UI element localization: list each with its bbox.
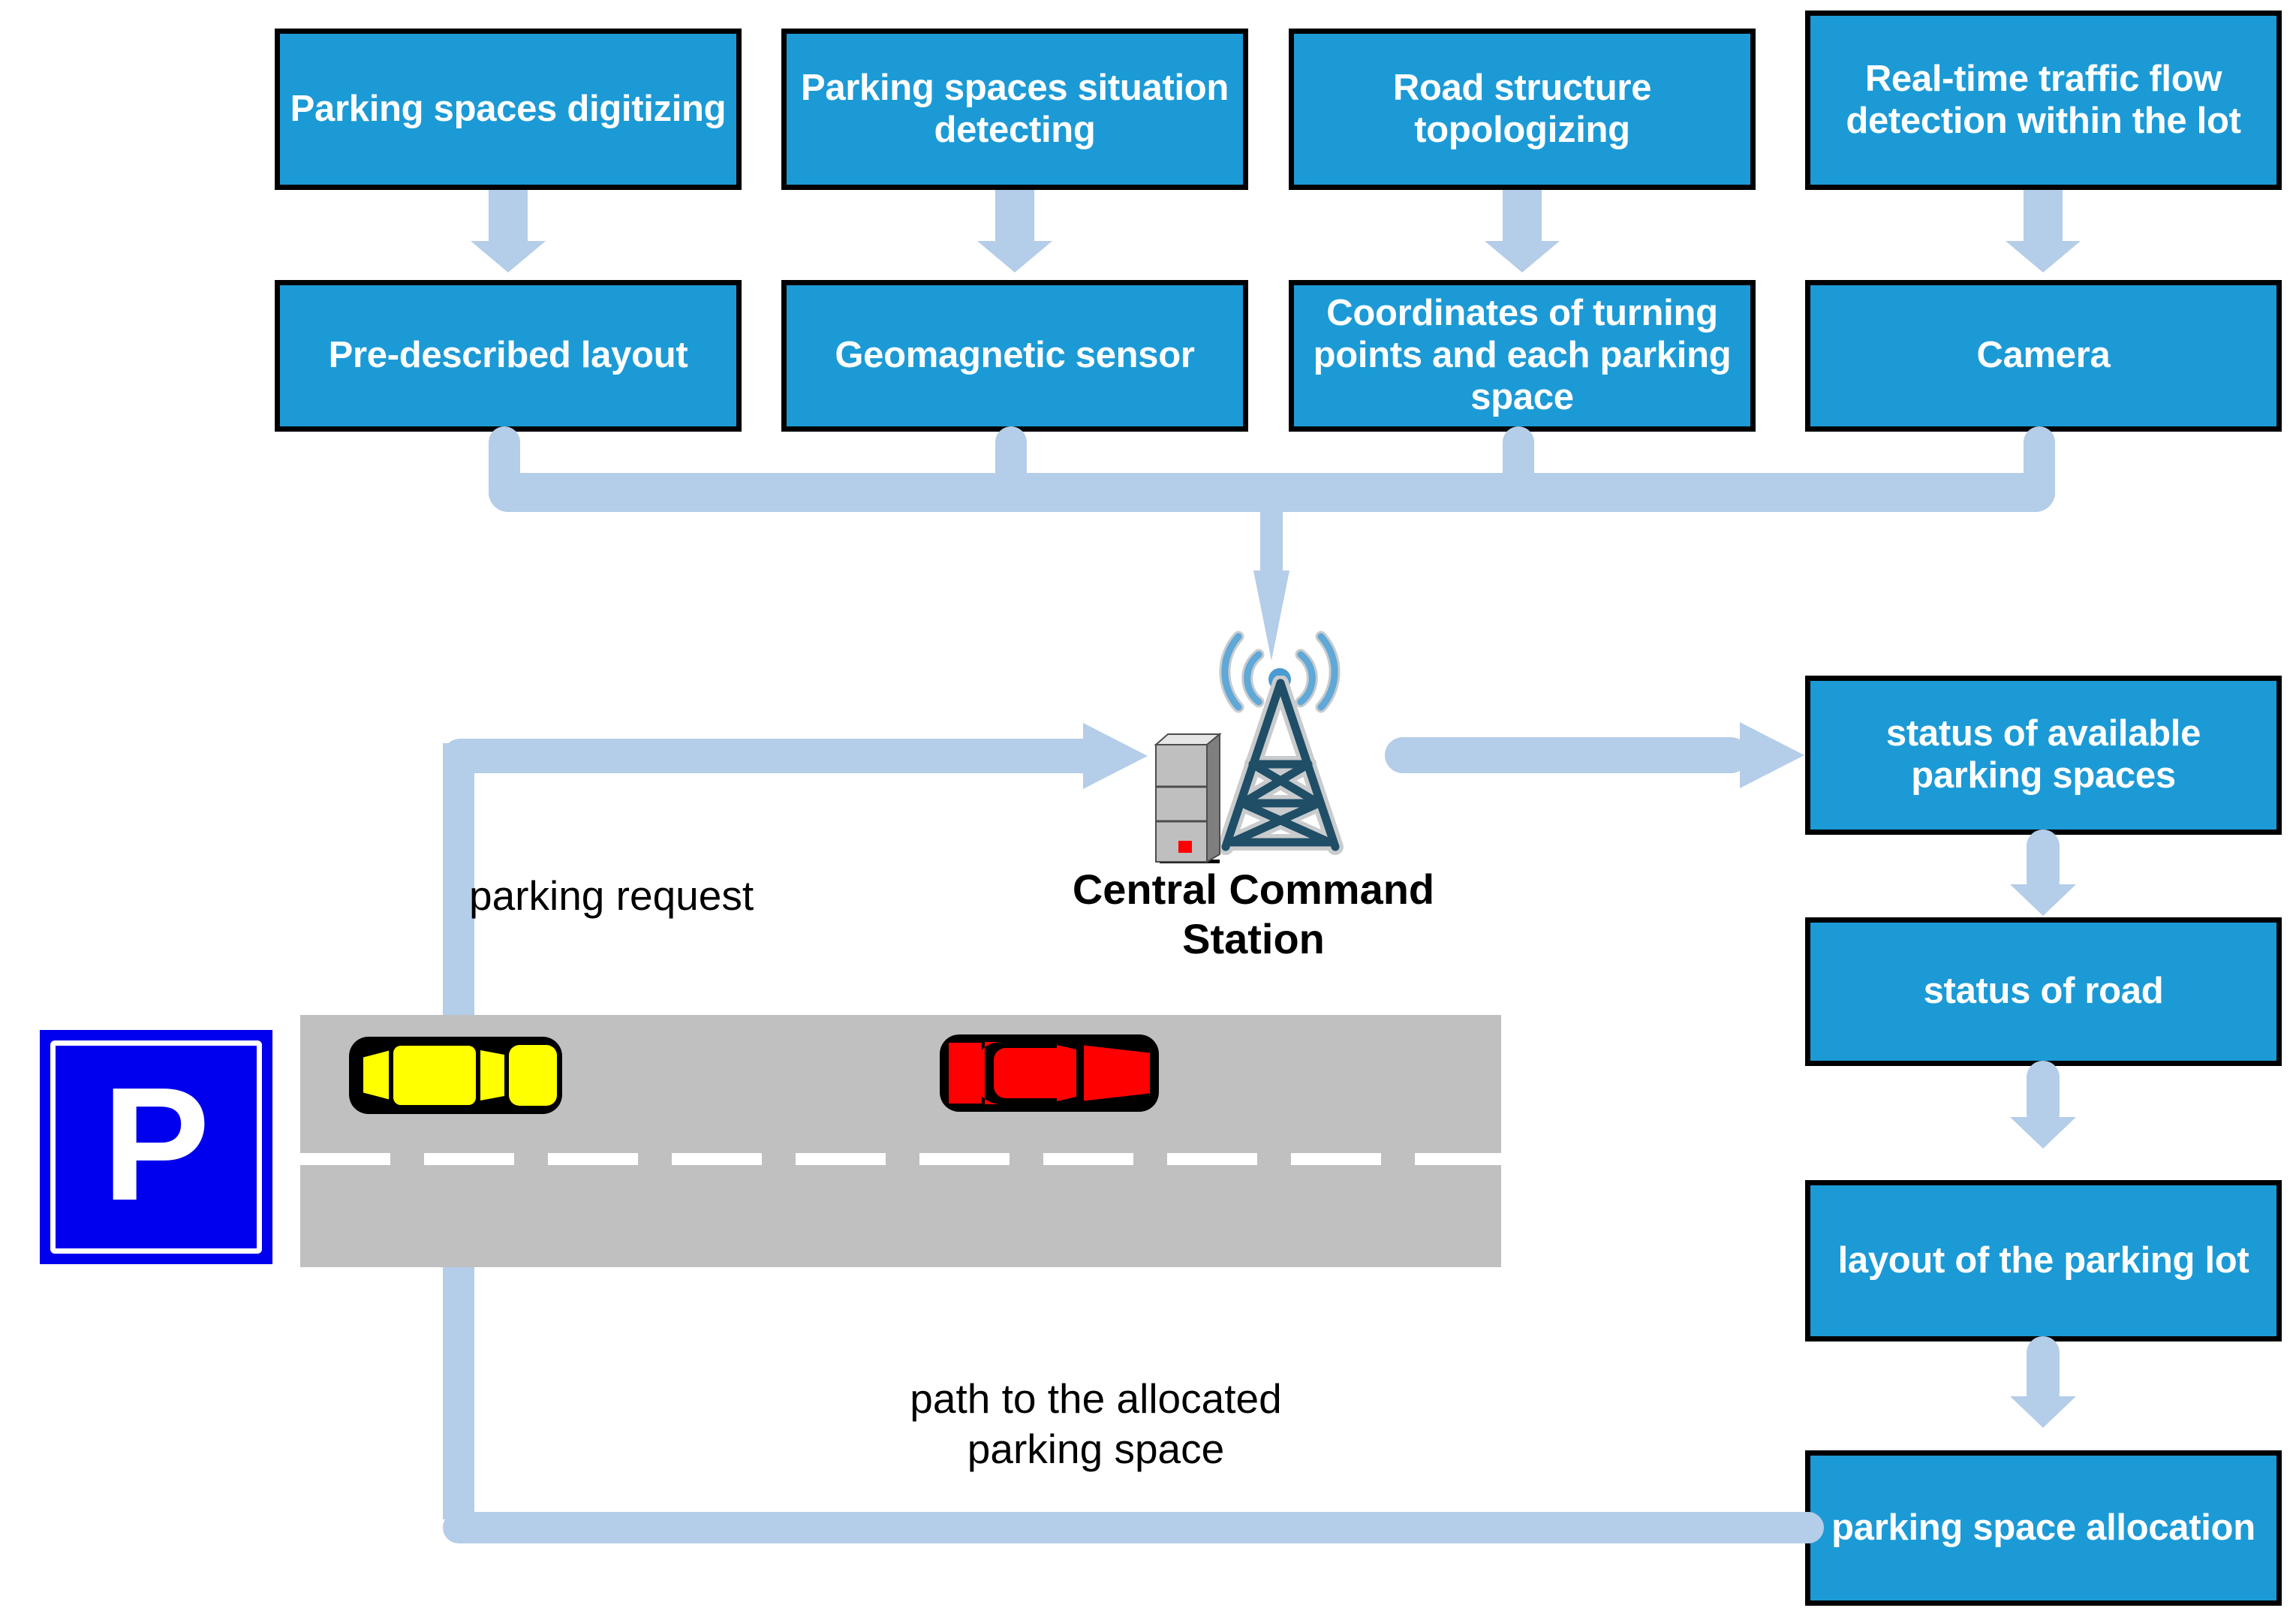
parking-request-arrowhead [1083, 723, 1148, 789]
parking-sign-glyph: P [102, 1052, 210, 1234]
path-to-allocated-space-label: path to the allocated parking space [796, 1374, 1396, 1474]
lane-dash [796, 1153, 886, 1165]
central-command-station-label: Central Command Station [1043, 865, 1464, 964]
node-layout-of-the-parking-lot[interactable]: layout of the parking lot [1805, 1180, 2282, 1341]
diagram-canvas: Parking spaces digitizing Parking spaces… [0, 0, 2296, 1620]
node-camera[interactable]: Camera [1805, 280, 2282, 432]
lane-dash [1167, 1153, 1257, 1165]
parking-request-label: parking request [469, 872, 754, 919]
node-coordinates-of-turning-points[interactable]: Coordinates of turning points and each p… [1289, 280, 1756, 432]
arrow-digitizing-to-layout-head [471, 241, 546, 273]
central-station-line-2: Station [1182, 915, 1325, 963]
yellow-car-icon [349, 1037, 562, 1114]
arrow-status-to-road-head [2010, 884, 2076, 916]
node-label: Coordinates of turning points and each p… [1313, 293, 1732, 417]
arrow-layout-to-allocation-head [2010, 1396, 2076, 1428]
node-parking-spaces-digitizing[interactable]: Parking spaces digitizing [275, 29, 742, 190]
node-label: Pre-described layout [328, 335, 688, 376]
lane-marking-dashes [300, 1153, 1501, 1165]
bus-horizontal-rail [489, 473, 2055, 512]
arrow-bus-to-station-shaft [1260, 512, 1283, 571]
lane-dash [919, 1153, 1010, 1165]
node-status-of-available-parking-spaces[interactable]: status of available parking spaces [1805, 676, 2282, 835]
parking-request-horizontal [443, 739, 1103, 773]
node-status-of-road[interactable]: status of road [1805, 917, 2282, 1066]
node-label: layout of the parking lot [1837, 1239, 2249, 1281]
lane-dash [1415, 1153, 1501, 1165]
lane-dash [1043, 1153, 1133, 1165]
server-icon [1154, 732, 1222, 863]
node-label: Parking spaces situation detecting [800, 67, 1229, 150]
node-label: Camera [1976, 335, 2111, 376]
node-parking-space-allocation[interactable]: parking space allocation [1805, 1450, 2282, 1606]
arrow-road-to-layout-head [2010, 1117, 2076, 1149]
arrow-digitizing-to-layout-shaft [489, 190, 528, 241]
node-label: status of available parking spaces [1885, 713, 2201, 796]
node-road-structure-topologizing[interactable]: Road structure topologizing [1289, 29, 1756, 190]
node-pre-described-layout[interactable]: Pre-described layout [275, 280, 742, 432]
lane-dash [424, 1153, 514, 1165]
node-label: Road structure topologizing [1392, 67, 1652, 150]
central-station-line-1: Central Command [1072, 866, 1435, 913]
path-label-line-2: parking space [967, 1426, 1225, 1473]
path-label-line-1: path to the allocated [910, 1375, 1282, 1422]
node-parking-spaces-situation-detecting[interactable]: Parking spaces situation detecting [781, 29, 1248, 190]
arrow-traffic-to-camera-head [2006, 241, 2081, 273]
lane-dash [672, 1153, 762, 1165]
arrow-station-to-status-shaft [1385, 737, 1749, 773]
path-return-horizontal [443, 1512, 1824, 1543]
arrow-traffic-to-camera-shaft [2024, 190, 2063, 241]
node-label: Parking spaces digitizing [290, 88, 727, 129]
node-label: Real-time traffic flow detection within … [1846, 58, 2241, 141]
node-geomagnetic-sensor[interactable]: Geomagnetic sensor [781, 280, 1248, 432]
node-label: status of road [1923, 971, 2164, 1012]
parking-sign: P [40, 1030, 272, 1264]
lane-dash [300, 1153, 390, 1165]
arrow-situation-to-sensor-head [977, 241, 1052, 273]
node-label: Geomagnetic sensor [835, 335, 1195, 376]
arrow-topologizing-to-coordinates-shaft [1503, 190, 1542, 241]
node-real-time-traffic-flow-detection[interactable]: Real-time traffic flow detection within … [1805, 11, 2282, 190]
lane-dash [1291, 1153, 1381, 1165]
lane-dash [548, 1153, 638, 1165]
red-car-icon [940, 1034, 1159, 1112]
arrow-situation-to-sensor-shaft [995, 190, 1034, 241]
arrow-station-to-status-head [1740, 722, 1804, 788]
node-label: parking space allocation [1831, 1507, 2255, 1548]
radio-tower-icon [1217, 676, 1344, 855]
arrow-topologizing-to-coordinates-head [1485, 241, 1560, 273]
